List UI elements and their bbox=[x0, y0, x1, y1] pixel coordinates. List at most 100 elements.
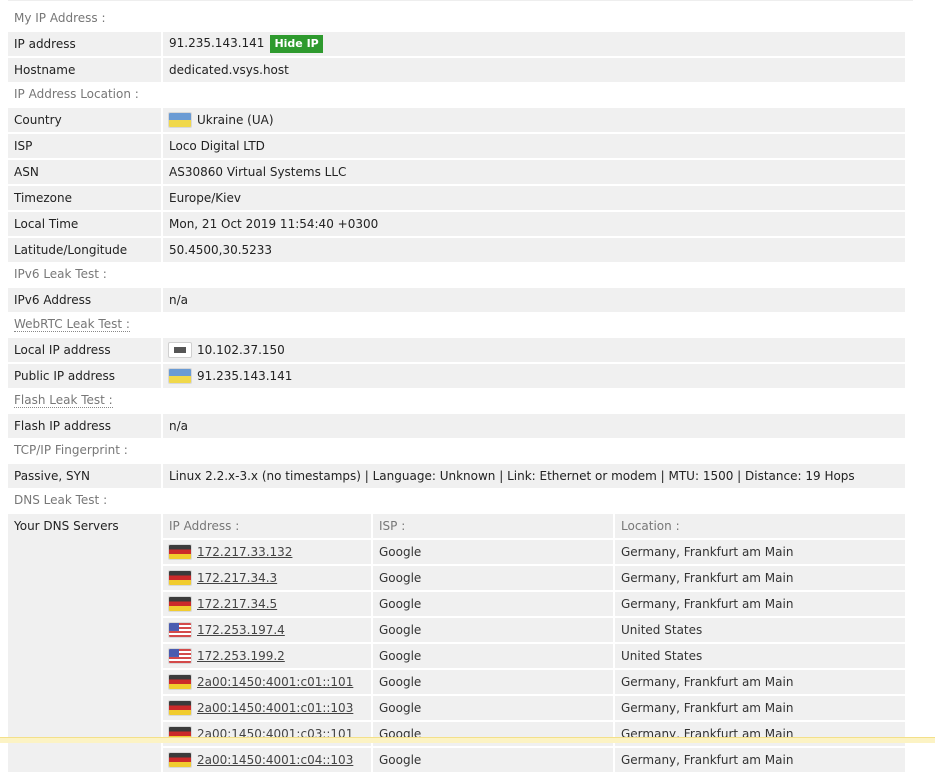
section-title: TCP/IP Fingerprint : bbox=[8, 438, 905, 463]
hide-ip-button[interactable]: Hide IP bbox=[270, 35, 323, 53]
row-flash-ip: Flash IP address n/a bbox=[8, 412, 905, 438]
dns-ip-link[interactable]: 172.217.34.3 bbox=[197, 571, 277, 585]
germany-flag-icon bbox=[169, 597, 191, 611]
dns-isp-cell: Google bbox=[372, 668, 615, 695]
row-label: Flash IP address bbox=[8, 412, 163, 438]
row-ip-address: IP address 91.235.143.141 Hide IP bbox=[8, 30, 905, 57]
section-title: DNS Leak Test : bbox=[8, 488, 905, 513]
ukraine-flag-icon bbox=[169, 113, 191, 127]
row-value: 10.102.37.150 bbox=[162, 336, 905, 363]
row-label: IPv6 Address bbox=[8, 286, 163, 312]
dns-ip-link[interactable]: 172.253.197.4 bbox=[197, 623, 285, 637]
dns-server-row: 172.217.34.5 Google Germany, Frankfurt am … bbox=[163, 590, 905, 617]
us-flag-icon bbox=[169, 649, 191, 663]
dns-ip-cell: 2a00:1450:4001:c01::103 bbox=[163, 694, 373, 721]
row-ipv6-address: IPv6 Address n/a bbox=[8, 286, 905, 312]
row-country: Country Ukraine (UA) bbox=[8, 106, 905, 133]
dns-isp-cell: Google bbox=[372, 720, 615, 747]
row-local-time: Local Time Mon, 21 Oct 2019 11:54:40 +03… bbox=[8, 210, 905, 237]
row-label: Local IP address bbox=[8, 336, 163, 363]
row-lat-lon: Latitude/Longitude 50.4500,30.5233 bbox=[8, 236, 905, 262]
dns-server-row: 2a00:1450:4001:c04::103 Google Germany, Fr… bbox=[163, 746, 905, 772]
column-header-ip: IP Address : bbox=[163, 514, 373, 539]
row-timezone: Timezone Europe/Kiev bbox=[8, 184, 905, 211]
dns-server-row: 2a00:1450:4001:c03::101 Google Germany, Fr… bbox=[163, 720, 905, 747]
tcpip-fingerprint-value: Linux 2.2.x-3.x (no timestamps) | Langua… bbox=[162, 462, 905, 488]
row-label: ASN bbox=[8, 158, 163, 185]
flash-section-link[interactable]: Flash Leak Test : bbox=[14, 393, 113, 408]
dns-ip-cell: 2a00:1450:4001:c01::101 bbox=[163, 668, 373, 695]
dns-server-row: 172.217.34.3 Google Germany, Frankfurt am … bbox=[163, 564, 905, 591]
row-value: Ukraine (UA) bbox=[162, 106, 905, 133]
ipv6-value: n/a bbox=[162, 286, 905, 312]
dns-servers-table: IP Address : ISP : Location : 172.217.33… bbox=[163, 514, 905, 772]
isp-value: Loco Digital LTD bbox=[162, 132, 905, 159]
ip-info-panel: My IP Address : IP address 91.235.143.14… bbox=[8, 6, 905, 772]
section-my-ip: My IP Address : bbox=[8, 6, 905, 31]
dns-server-row: 172.217.33.132 Google Germany, Frankfurt a… bbox=[163, 538, 905, 565]
dns-location-cell: United States bbox=[614, 642, 905, 669]
dns-isp-cell: Google bbox=[372, 694, 615, 721]
dns-ip-link[interactable]: 2a00:1450:4001:c01::103 bbox=[197, 701, 353, 715]
dns-location-cell: Germany, Frankfurt am Main bbox=[614, 720, 905, 747]
dns-isp-cell: Google bbox=[372, 616, 615, 643]
row-value: 91.235.143.141 bbox=[162, 362, 905, 388]
asn-value: AS30860 Virtual Systems LLC bbox=[162, 158, 905, 185]
section-location: IP Address Location : bbox=[8, 82, 905, 107]
dns-ip-cell: 172.217.33.132 bbox=[163, 538, 373, 565]
row-label: Your DNS Servers bbox=[8, 512, 163, 772]
dns-location-cell: Germany, Frankfurt am Main bbox=[614, 694, 905, 721]
dns-ip-link[interactable]: 2a00:1450:4001:c01::101 bbox=[197, 675, 353, 689]
lat-lon-value: 50.4500,30.5233 bbox=[162, 236, 905, 262]
dns-ip-link[interactable]: 2a00:1450:4001:c04::103 bbox=[197, 753, 353, 767]
row-label: ISP bbox=[8, 132, 163, 159]
country-value: Ukraine (UA) bbox=[197, 113, 274, 127]
germany-flag-icon bbox=[169, 545, 191, 559]
row-label: Country bbox=[8, 106, 163, 133]
dns-location-cell: Germany, Frankfurt am Main bbox=[614, 668, 905, 695]
section-tcpip: TCP/IP Fingerprint : bbox=[8, 438, 905, 463]
dns-location-cell: Germany, Frankfurt am Main bbox=[614, 538, 905, 565]
dns-isp-cell: Google bbox=[372, 564, 615, 591]
section-webrtc: WebRTC Leak Test : bbox=[8, 312, 905, 337]
dns-server-row: 2a00:1450:4001:c01::103 Google Germany, Fr… bbox=[163, 694, 905, 721]
row-asn: ASN AS30860 Virtual Systems LLC bbox=[8, 158, 905, 185]
dns-location-cell: United States bbox=[614, 616, 905, 643]
dns-header-row: IP Address : ISP : Location : bbox=[163, 514, 905, 539]
webrtc-section-link[interactable]: WebRTC Leak Test : bbox=[14, 317, 130, 332]
dns-ip-link[interactable]: 172.217.34.5 bbox=[197, 597, 277, 611]
us-flag-icon bbox=[169, 623, 191, 637]
dns-server-row: 2a00:1450:4001:c01::101 Google Germany, Fr… bbox=[163, 668, 905, 695]
section-ipv6: IPv6 Leak Test : bbox=[8, 262, 905, 287]
row-isp: ISP Loco Digital LTD bbox=[8, 132, 905, 159]
section-flash: Flash Leak Test : bbox=[8, 388, 905, 413]
lan-icon bbox=[169, 343, 191, 357]
section-title: My IP Address : bbox=[8, 6, 905, 31]
column-header-isp: ISP : bbox=[372, 514, 615, 539]
row-label: Hostname bbox=[8, 56, 163, 82]
row-value: 91.235.143.141 Hide IP bbox=[162, 30, 905, 57]
row-label: Latitude/Longitude bbox=[8, 236, 163, 262]
dns-ip-link[interactable]: 172.217.33.132 bbox=[197, 545, 292, 559]
dns-ip-cell: 2a00:1450:4001:c04::103 bbox=[163, 746, 373, 772]
dns-ip-cell: 172.253.199.2 bbox=[163, 642, 373, 669]
timezone-value: Europe/Kiev bbox=[162, 184, 905, 211]
row-dns-servers: Your DNS Servers IP Address : ISP : Loca… bbox=[8, 512, 905, 772]
dns-ip-link[interactable]: 172.253.199.2 bbox=[197, 649, 285, 663]
germany-flag-icon bbox=[169, 571, 191, 585]
dns-location-cell: Germany, Frankfurt am Main bbox=[614, 746, 905, 772]
dns-ip-cell: 172.217.34.5 bbox=[163, 590, 373, 617]
public-ip-value: 91.235.143.141 bbox=[197, 369, 293, 383]
germany-flag-icon bbox=[169, 753, 191, 767]
dns-location-cell: Germany, Frankfurt am Main bbox=[614, 564, 905, 591]
row-label: Timezone bbox=[8, 184, 163, 211]
row-label: Public IP address bbox=[8, 362, 163, 388]
dns-server-row: 172.253.197.4 Google United States bbox=[163, 616, 905, 643]
germany-flag-icon bbox=[169, 701, 191, 715]
germany-flag-icon bbox=[169, 675, 191, 689]
local-time-value: Mon, 21 Oct 2019 11:54:40 +0300 bbox=[162, 210, 905, 237]
row-passive-syn: Passive, SYN Linux 2.2.x-3.x (no timesta… bbox=[8, 462, 905, 488]
section-title: IPv6 Leak Test : bbox=[8, 262, 905, 287]
dns-ip-cell: 2a00:1450:4001:c03::101 bbox=[163, 720, 373, 747]
row-local-ip: Local IP address 10.102.37.150 bbox=[8, 336, 905, 363]
